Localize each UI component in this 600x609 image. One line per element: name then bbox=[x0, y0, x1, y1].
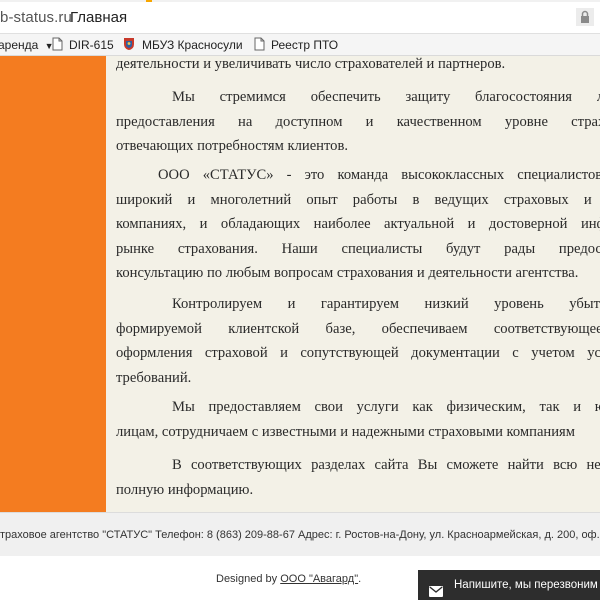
text-line: предоставления на доступном и качественн… bbox=[116, 113, 600, 130]
text-line: В соответствующих разделах сайта Вы смож… bbox=[172, 457, 600, 473]
bookmarks-bar: аренда ▼ DIR-615 МБУЗ Красносули Реестр … bbox=[0, 34, 600, 56]
text-line: лицам, сотрудничаем с известными и надеж… bbox=[116, 423, 575, 440]
page-title: Главная bbox=[70, 9, 128, 26]
text-line: широкий и многолетний опыт работы в веду… bbox=[116, 191, 600, 208]
footer-contact-text: траховое агентство "СТАТУС" Телефон: 8 (… bbox=[0, 529, 600, 541]
callback-label: Напишите, мы перезвоним bbox=[454, 579, 598, 591]
text-line: полную информацию. bbox=[116, 481, 254, 498]
paragraph: Контролируем и гарантируем низкий уровен… bbox=[116, 292, 600, 390]
text-line: консультацию по любым вопросам страхован… bbox=[116, 265, 579, 281]
page-icon bbox=[52, 37, 63, 55]
designed-by-suffix: . bbox=[358, 573, 362, 585]
paragraph: Мы стремимся обеспечить защиту благосост… bbox=[116, 85, 600, 159]
page-icon bbox=[254, 37, 265, 55]
text-line: Мы предоставляем свои услуги как физичес… bbox=[172, 399, 600, 415]
paragraph: В соответствующих разделах сайта Вы смож… bbox=[116, 453, 600, 502]
tab-accent bbox=[146, 0, 152, 2]
text-line: формируемой клиентской базе, обеспечивае… bbox=[116, 320, 600, 337]
text-line: рынке страхования. Наши специалисты буду… bbox=[116, 240, 600, 257]
footer-contact-bar: траховое агентство "СТАТУС" Телефон: 8 (… bbox=[0, 512, 600, 556]
crest-icon bbox=[122, 37, 136, 55]
orange-side-panel bbox=[0, 56, 106, 512]
text-line: Контролируем и гарантируем низкий уровен… bbox=[172, 296, 600, 312]
lock-icon[interactable] bbox=[576, 8, 594, 26]
tab-strip bbox=[0, 0, 600, 2]
text-line: деятельности и увеличивать число страхов… bbox=[116, 56, 506, 72]
paragraph: Мы предоставляем свои услуги как физичес… bbox=[116, 395, 600, 444]
callback-widget-button[interactable]: Напишите, мы перезвоним bbox=[418, 570, 600, 600]
designed-by-prefix: Designed by bbox=[216, 573, 281, 585]
bookmark-arenda[interactable]: аренда ▼ bbox=[0, 37, 54, 53]
bookmark-label: аренда bbox=[0, 38, 39, 52]
text-line: отвечающих потребностям клиентов. bbox=[116, 138, 349, 154]
envelope-icon bbox=[429, 579, 443, 609]
text-line: оформления страховой и сопутствующей док… bbox=[116, 345, 600, 361]
bookmark-label: МБУЗ Красносули bbox=[142, 38, 243, 52]
url-domain[interactable]: b-status.ru bbox=[0, 9, 72, 26]
paragraph: ООО «СТАТУС» - это команда высококлассны… bbox=[116, 163, 600, 286]
text-line: Мы стремимся обеспечить защиту благосост… bbox=[172, 89, 600, 105]
address-bar[interactable]: b-status.ru Главная bbox=[0, 0, 600, 34]
designed-by: Designed by ООО "Авагард". bbox=[216, 573, 361, 585]
text-line: компаниях, и обладающих наиболее актуаль… bbox=[116, 216, 600, 232]
paragraph: деятельности и увеличивать число страхов… bbox=[116, 56, 600, 77]
text-line: ООО «СТАТУС» - это команда высококлассны… bbox=[158, 167, 600, 183]
bookmark-mbuz[interactable]: МБУЗ Красносули bbox=[122, 37, 243, 53]
designer-link[interactable]: ООО "Авагард" bbox=[280, 573, 358, 585]
main-content: деятельности и увеличивать число страхов… bbox=[106, 56, 600, 512]
text-line: требований. bbox=[116, 369, 192, 386]
bookmark-label: DIR-615 bbox=[69, 38, 114, 52]
bookmark-dir-615[interactable]: DIR-615 bbox=[52, 37, 114, 53]
bookmark-reestr-pto[interactable]: Реестр ПТО bbox=[254, 37, 338, 53]
bookmark-label: Реестр ПТО bbox=[271, 38, 339, 52]
